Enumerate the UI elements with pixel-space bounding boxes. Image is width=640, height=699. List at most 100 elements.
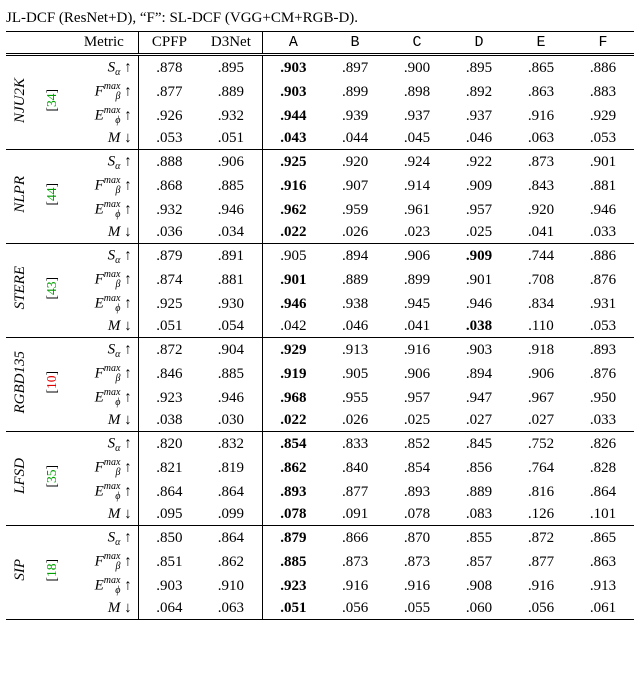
metric-label: Emaxϕ ↑ [70,104,138,128]
value-cell: .056 [324,598,386,620]
value-cell: .022 [262,222,324,244]
value-cell: .889 [200,80,262,104]
value-cell: .045 [386,128,448,150]
value-cell: .033 [572,410,634,432]
value-cell: .959 [324,198,386,222]
value-cell: .064 [138,598,200,620]
col-cpfp: CPFP [138,32,200,54]
value-cell: .909 [448,174,510,198]
value-cell: .929 [262,338,324,363]
value-cell: .905 [262,244,324,269]
value-cell: .083 [448,504,510,526]
metric-label: Emaxϕ ↑ [70,292,138,316]
metric-label: S α ↑ [70,244,138,269]
value-cell: .937 [386,104,448,128]
value-cell: .866 [324,526,386,551]
value-cell: .744 [510,244,572,269]
value-cell: .916 [386,338,448,363]
table-row: Emaxϕ ↑.923.946.968.955.957.947.967.950 [6,386,634,410]
caption-tail: JL-DCF (ResNet+D), “F”: SL-DCF (VGG+CM+R… [6,10,634,27]
table-row: Fmaxβ ↑.821.819.862.840.854.856.764.828 [6,456,634,480]
value-cell: .110 [510,316,572,338]
value-cell: .056 [510,598,572,620]
value-cell: .925 [262,150,324,175]
value-cell: .946 [262,292,324,316]
table-row: Fmaxβ ↑.851.862.885.873.873.857.877.863 [6,550,634,574]
value-cell: .903 [448,338,510,363]
value-cell: .895 [448,56,510,81]
dataset-cite: [10] [35,338,70,432]
value-cell: .026 [324,222,386,244]
value-cell: .900 [386,56,448,81]
dataset-cite: [43] [35,244,70,338]
value-cell: .061 [572,598,634,620]
value-cell: .060 [448,598,510,620]
value-cell: .920 [510,198,572,222]
metric-label: Emaxϕ ↑ [70,386,138,410]
value-cell: .879 [262,526,324,551]
table-row: M ↓.064.063.051.056.055.060.056.061 [6,598,634,620]
value-cell: .053 [572,316,634,338]
value-cell: .851 [138,550,200,574]
value-cell: .826 [572,432,634,457]
table-row: Fmaxβ ↑.874.881.901.889.899.901.708.876 [6,268,634,292]
value-cell: .893 [386,480,448,504]
value-cell: .968 [262,386,324,410]
value-cell: .883 [572,80,634,104]
table-row: NJU2K[34]S α ↑.878.895.903.897.900.895.8… [6,56,634,81]
value-cell: .901 [262,268,324,292]
value-cell: .101 [572,504,634,526]
dataset-name: NJU2K [6,56,35,150]
value-cell: .904 [200,338,262,363]
value-cell: .939 [324,104,386,128]
value-cell: .708 [510,268,572,292]
value-cell: .898 [386,80,448,104]
value-cell: .078 [386,504,448,526]
value-cell: .819 [200,456,262,480]
value-cell: .918 [510,338,572,363]
value-cell: .913 [324,338,386,363]
value-cell: .908 [448,574,510,598]
value-cell: .906 [510,362,572,386]
value-cell: .889 [448,480,510,504]
value-cell: .051 [200,128,262,150]
value-cell: .846 [138,362,200,386]
value-cell: .923 [262,574,324,598]
value-cell: .043 [262,128,324,150]
value-cell: .873 [324,550,386,574]
table-row: Emaxϕ ↑.864.864.893.877.893.889.816.864 [6,480,634,504]
value-cell: .889 [324,268,386,292]
metric-label: M ↓ [70,504,138,526]
value-cell: .905 [324,362,386,386]
metric-label: Emaxϕ ↑ [70,574,138,598]
value-cell: .845 [448,432,510,457]
value-cell: .862 [262,456,324,480]
table-row: Fmaxβ ↑.868.885.916.907.914.909.843.881 [6,174,634,198]
dataset-cite: [34] [35,56,70,150]
value-cell: .876 [572,268,634,292]
value-cell: .054 [200,316,262,338]
value-cell: .053 [572,128,634,150]
dataset-name: RGBD135 [6,338,35,432]
value-cell: .891 [200,244,262,269]
value-cell: .843 [510,174,572,198]
value-cell: .857 [448,550,510,574]
value-cell: .907 [324,174,386,198]
value-cell: .034 [200,222,262,244]
value-cell: .025 [448,222,510,244]
value-cell: .033 [572,222,634,244]
value-cell: .874 [138,268,200,292]
value-cell: .937 [448,104,510,128]
value-cell: .903 [262,56,324,81]
value-cell: .046 [448,128,510,150]
metric-label: M ↓ [70,598,138,620]
value-cell: .041 [510,222,572,244]
table-row: SIP[18]S α ↑.850.864.879.866.870.855.872… [6,526,634,551]
value-cell: .044 [324,128,386,150]
value-cell: .820 [138,432,200,457]
value-cell: .816 [510,480,572,504]
value-cell: .854 [262,432,324,457]
metric-label: Fmaxβ ↑ [70,174,138,198]
value-cell: .026 [324,410,386,432]
value-cell: .099 [200,504,262,526]
